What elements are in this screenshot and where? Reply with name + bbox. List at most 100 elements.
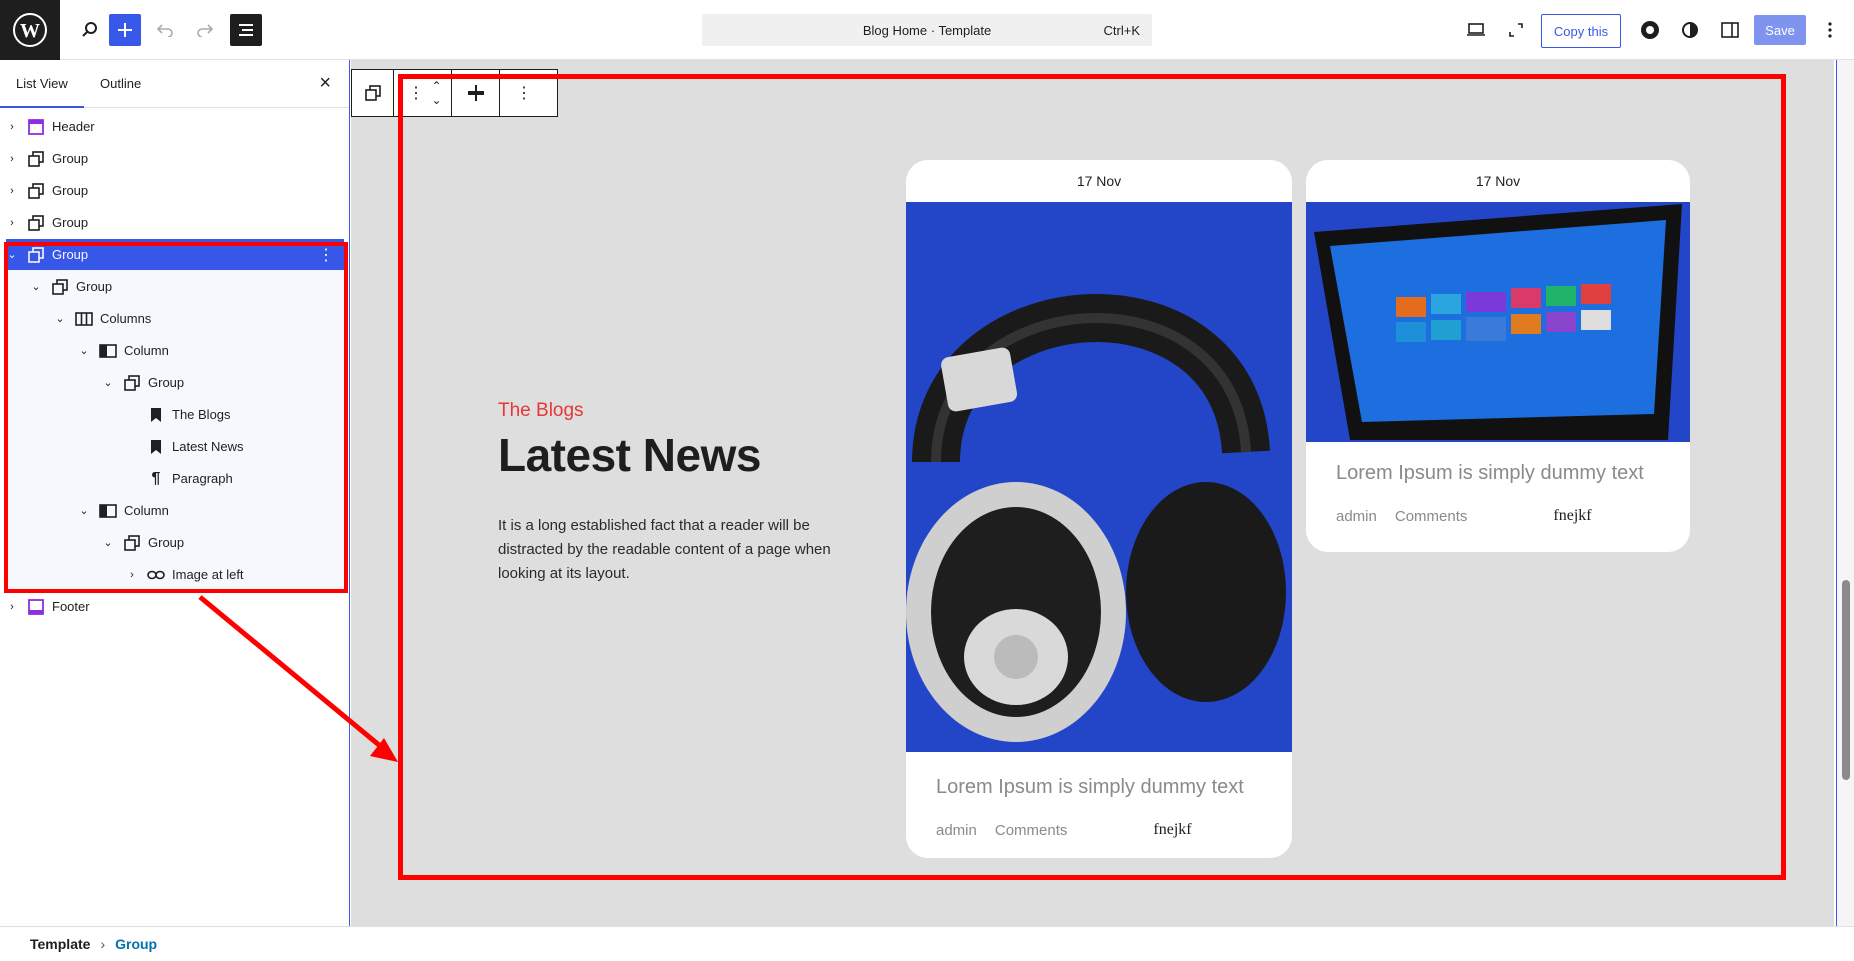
card-title[interactable]: Lorem Ipsum is simply dummy text — [906, 776, 1292, 799]
columns-block-icon — [74, 310, 94, 328]
tree-item-group-selected[interactable]: ⌄ Group ⋮ — [6, 239, 344, 270]
card-comments-link[interactable]: Comments — [1395, 508, 1468, 525]
chevron-right-icon[interactable]: › — [6, 121, 18, 133]
tree-item-label: The Blogs — [172, 407, 231, 422]
chevron-right-icon[interactable]: › — [6, 185, 18, 197]
styles-contrast-icon[interactable] — [1674, 14, 1706, 46]
fullscreen-icon[interactable] — [1500, 14, 1532, 46]
align-center-icon[interactable] — [452, 70, 500, 116]
card-author[interactable]: admin — [936, 822, 977, 839]
tree-item-paragraph[interactable]: ¶ Paragraph — [6, 463, 344, 494]
group-block-icon — [26, 246, 46, 264]
copy-this-button[interactable]: Copy this — [1541, 14, 1621, 48]
blog-card[interactable]: 17 Nov Lorem Ipsum is simply dummy text … — [906, 160, 1292, 858]
settings-sidebar-icon[interactable] — [1714, 14, 1746, 46]
card-tag[interactable]: fnejkf — [1153, 821, 1191, 839]
group-block-icon — [50, 278, 70, 296]
tree-item-label: Image at left — [172, 567, 244, 582]
tree-item-header[interactable]: › Header — [6, 111, 344, 142]
tree-item-the-blogs[interactable]: The Blogs — [6, 399, 344, 430]
blog-card[interactable]: 17 Nov Lorem Ipsum is simply dummy text … — [1306, 160, 1690, 552]
tree-item-group[interactable]: › Group — [6, 143, 344, 174]
editor-header: W Blog Home · Template Ctrl+K Copy this … — [0, 0, 1854, 60]
move-up-down-icon[interactable]: ⌃ ⌄ — [422, 70, 452, 116]
the-blogs-eyebrow[interactable]: The Blogs — [498, 400, 584, 422]
add-block-button[interactable] — [109, 14, 141, 46]
chevron-down-icon[interactable]: ⌄ — [54, 312, 66, 325]
tree-item-label: Paragraph — [172, 471, 233, 486]
chevron-down-icon[interactable]: ⌄ — [30, 280, 42, 293]
breadcrumb-template[interactable]: Template — [30, 936, 90, 952]
chevron-right-icon[interactable]: › — [126, 569, 138, 581]
tree-item-group[interactable]: ⌄ Group — [6, 527, 344, 558]
command-title: Blog Home · Template — [862, 22, 992, 38]
tree-item-columns[interactable]: ⌄ Columns — [6, 303, 344, 334]
group-block-icon — [26, 182, 46, 200]
latest-news-heading[interactable]: Latest News — [498, 428, 761, 482]
footer-block-icon — [26, 598, 46, 616]
list-view-sidebar: List View Outline × › Header › Group › G — [0, 60, 350, 926]
card-tag[interactable]: fnejkf — [1553, 507, 1591, 525]
redo-icon[interactable] — [189, 14, 221, 46]
tree-item-label: Group — [148, 375, 185, 390]
paragraph-icon: ¶ — [151, 469, 161, 487]
card-comments-link[interactable]: Comments — [995, 822, 1068, 839]
block-breadcrumb: Template › Group — [0, 926, 1854, 961]
breadcrumb-group[interactable]: Group — [115, 936, 157, 952]
tab-list-view[interactable]: List View — [0, 60, 84, 108]
chevron-down-icon[interactable]: ⌄ — [6, 248, 18, 261]
tree-item-label: Header — [52, 119, 95, 134]
tree-item-label: Group — [52, 183, 89, 198]
tab-outline[interactable]: Outline — [100, 60, 141, 108]
bookmark-icon — [146, 438, 166, 456]
wordpress-logo-icon[interactable]: W — [0, 0, 60, 60]
desktop-preview-icon[interactable] — [1460, 14, 1492, 46]
tree-item-footer[interactable]: › Footer — [6, 591, 344, 622]
save-button[interactable]: Save — [1754, 15, 1806, 45]
tree-item-label: Group — [52, 215, 89, 230]
tree-item-group[interactable]: ⌄ Group — [6, 367, 344, 398]
document-overview-button[interactable] — [230, 14, 262, 46]
drag-handle-icon[interactable]: ⋮⋮ — [392, 70, 424, 116]
headphones-image[interactable] — [906, 202, 1292, 752]
card-author[interactable]: admin — [1336, 508, 1377, 525]
chevron-right-icon[interactable]: › — [6, 217, 18, 229]
group-block-icon — [122, 374, 142, 392]
tree-item-label: Group — [52, 151, 89, 166]
tablet-image[interactable] — [1306, 202, 1690, 442]
tree-item-latest-news[interactable]: Latest News — [6, 431, 344, 462]
block-more-options-icon[interactable]: ⋮ — [500, 70, 548, 116]
scroll-thumb[interactable] — [1842, 580, 1850, 780]
chevron-down-icon[interactable]: ⌄ — [78, 344, 90, 357]
tree-item-column[interactable]: ⌄ Column — [6, 335, 344, 366]
column-block-icon — [98, 502, 118, 520]
card-meta: admin Comments fnejkf — [906, 821, 1292, 839]
tree-item-label: Group — [52, 247, 89, 262]
intro-paragraph[interactable]: It is a long established fact that a rea… — [498, 514, 870, 586]
tree-item-label: Columns — [100, 311, 152, 326]
header-block-icon — [26, 118, 46, 136]
block-options-kebab-icon[interactable]: ⋮ — [318, 245, 334, 265]
chevron-down-icon[interactable]: ⌄ — [78, 504, 90, 517]
tree-item-group[interactable]: › Group — [6, 175, 344, 206]
chevron-right-icon[interactable]: › — [6, 153, 18, 165]
chevron-down-icon[interactable]: ⌄ — [102, 376, 114, 389]
tree-item-group[interactable]: ⌄ Group — [6, 271, 344, 302]
card-title[interactable]: Lorem Ipsum is simply dummy text — [1306, 462, 1690, 485]
tree-item-column[interactable]: ⌄ Column — [6, 495, 344, 526]
close-icon[interactable]: × — [319, 72, 331, 95]
options-kebab-icon[interactable] — [1814, 14, 1846, 46]
tree-item-image-at-left[interactable]: › Image at left — [6, 559, 344, 590]
tree-item-group[interactable]: › Group — [6, 207, 344, 238]
chevron-right-icon[interactable]: › — [6, 601, 18, 613]
group-block-icon — [26, 150, 46, 168]
plugin-gear-icon[interactable] — [1634, 14, 1666, 46]
card-meta: admin Comments fnejkf — [1306, 507, 1690, 525]
block-type-group-icon[interactable] — [352, 70, 394, 116]
canvas-scrollbar[interactable] — [1836, 60, 1854, 926]
search-icon[interactable] — [74, 14, 106, 46]
command-palette-button[interactable]: Blog Home · Template Ctrl+K — [702, 14, 1152, 46]
tree-item-label: Latest News — [172, 439, 244, 454]
chevron-down-icon[interactable]: ⌄ — [102, 536, 114, 549]
undo-icon[interactable] — [149, 14, 181, 46]
